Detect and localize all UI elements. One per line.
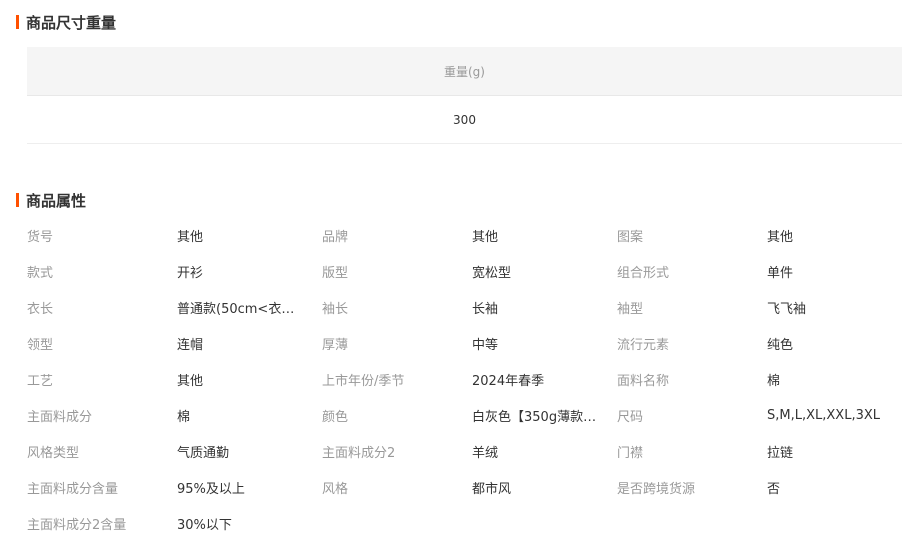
attribute-value: 单件	[767, 253, 902, 289]
attribute-value-text: 30%以下	[177, 517, 232, 533]
attribute-label: 图案	[617, 229, 644, 245]
attribute-value: 羊绒	[472, 433, 617, 469]
attribute-value: 30%以下	[177, 505, 322, 541]
attribute-label: 尺码	[617, 409, 644, 425]
attribute-label: 厚薄	[322, 337, 349, 353]
section-title-text: 商品属性	[26, 191, 87, 210]
attribute-value-text: 长袖	[472, 301, 499, 317]
attribute-value-text: 2024年春季	[472, 373, 545, 389]
attribute-value-text: 单件	[767, 265, 794, 281]
attribute-value-text: 普通款(50cm<衣长≤...	[177, 301, 302, 317]
attribute-label: 款式	[27, 265, 54, 281]
attribute-value-text: 95%及以上	[177, 481, 245, 497]
attribute-label: 风格类型	[27, 445, 80, 461]
weight-table: 重量(g) 300	[27, 47, 902, 144]
attribute-value: 普通款(50cm<衣长≤...	[177, 289, 322, 325]
attribute-value: 2024年春季	[472, 361, 617, 397]
attribute-label: 风格	[322, 481, 349, 497]
attribute-label: 袖长	[322, 301, 349, 317]
attribute-label: 衣长	[27, 301, 54, 317]
section-accent-bar	[16, 15, 19, 29]
attribute-value: 飞飞袖	[767, 289, 902, 325]
attribute-label: 主面料成分2	[322, 445, 396, 461]
attribute-value-text: S,M,L,XL,XXL,3XL	[767, 407, 880, 423]
attribute-value: 纯色	[767, 325, 902, 361]
attribute-value: 其他	[177, 217, 322, 253]
attribute-label: 是否跨境货源	[617, 481, 696, 497]
attribute-label: 上市年份/季节	[322, 373, 405, 389]
attribute-value-text: 拉链	[767, 445, 794, 461]
attribute-value-text: 中等	[472, 337, 499, 353]
attribute-value-text: 其他	[177, 373, 204, 389]
attribute-label: 袖型	[617, 301, 644, 317]
attribute-value: 气质通勤	[177, 433, 322, 469]
section-title-text: 商品尺寸重量	[26, 13, 117, 32]
attribute-value: 中等	[472, 325, 617, 361]
attribute-label: 货号	[27, 229, 54, 245]
attribute-label: 门襟	[617, 445, 644, 461]
attribute-value: S,M,L,XL,XXL,3XL	[767, 397, 902, 433]
section-title-size-weight: 商品尺寸重量	[16, 12, 116, 32]
attribute-label: 工艺	[27, 373, 54, 389]
attribute-label: 领型	[27, 337, 54, 353]
attribute-value: 白灰色【350g薄款重...	[472, 397, 617, 433]
attribute-value-text: 其他	[472, 229, 499, 245]
attribute-value-text: 其他	[767, 229, 794, 245]
attribute-label: 颜色	[322, 409, 349, 425]
attribute-value: 长袖	[472, 289, 617, 325]
attribute-value: 开衫	[177, 253, 322, 289]
attribute-value-text: 纯色	[767, 337, 794, 353]
attribute-value-text: 飞飞袖	[767, 301, 807, 317]
attribute-value: 棉	[767, 361, 902, 397]
attribute-value-text: 连帽	[177, 337, 204, 353]
attribute-value-text: 其他	[177, 229, 204, 245]
attribute-label: 主面料成分	[27, 409, 93, 425]
section-accent-bar	[16, 193, 19, 207]
attribute-value-text: 都市风	[472, 481, 512, 497]
attribute-value: 其他	[177, 361, 322, 397]
attribute-value: 否	[767, 469, 902, 505]
attribute-value: 其他	[472, 217, 617, 253]
section-title-attributes: 商品属性	[16, 190, 86, 210]
attribute-label: 组合形式	[617, 265, 670, 281]
attribute-value-text: 白灰色【350g薄款重...	[472, 409, 597, 425]
attribute-value: 宽松型	[472, 253, 617, 289]
attribute-label: 流行元素	[617, 337, 670, 353]
attribute-label: 品牌	[322, 229, 349, 245]
attribute-value-text: 棉	[767, 373, 781, 389]
attribute-label: 主面料成分含量	[27, 481, 119, 497]
attribute-value-text: 开衫	[177, 265, 204, 281]
attribute-value-text: 棉	[177, 409, 191, 425]
attribute-value: 其他	[767, 217, 902, 253]
attribute-value-text: 气质通勤	[177, 445, 230, 461]
attribute-value: 都市风	[472, 469, 617, 505]
attribute-value: 95%及以上	[177, 469, 322, 505]
weight-table-header: 重量(g)	[27, 47, 902, 96]
weight-table-value: 300	[27, 96, 902, 144]
attribute-value-text: 否	[767, 481, 781, 497]
attribute-value: 连帽	[177, 325, 322, 361]
attribute-value: 拉链	[767, 433, 902, 469]
attribute-value-text: 羊绒	[472, 445, 499, 461]
attribute-label: 面料名称	[617, 373, 670, 389]
attribute-label: 版型	[322, 265, 349, 281]
attribute-value: 棉	[177, 397, 322, 433]
attribute-grid: 货号 其他 品牌 其他 图案 其他 款式 开衫 版型 宽松型 组合形式 单件 衣长 普通款(50cm<衣长…	[27, 217, 902, 541]
attribute-value-text: 宽松型	[472, 265, 512, 281]
attribute-label: 主面料成分2含量	[27, 517, 127, 533]
